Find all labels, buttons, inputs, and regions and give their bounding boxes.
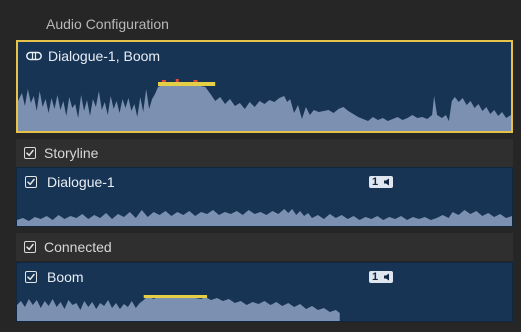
connected-clip-header: Boom (25, 269, 84, 285)
dialogue-1-waveform (17, 200, 512, 226)
boom-waveform (17, 291, 512, 321)
dialogue-1-checkbox[interactable] (25, 176, 37, 188)
boom-checkbox[interactable] (25, 271, 37, 283)
boom-label: Boom (47, 269, 84, 285)
combined-audio-clip[interactable]: Dialogue-1, Boom (16, 40, 513, 133)
channel-number: 1 (369, 176, 382, 188)
storyline-label: Storyline (44, 145, 99, 161)
combined-clip-waveform (18, 71, 511, 131)
connected-checkbox[interactable] (24, 241, 36, 253)
speaker-icon (381, 176, 394, 188)
storyline-clip-dialogue-1[interactable]: Dialogue-1 1 (16, 167, 513, 227)
checkmark-icon (27, 178, 35, 186)
combined-clip-header: Dialogue-1, Boom (26, 48, 160, 64)
connected-label: Connected (44, 239, 112, 255)
checkmark-icon (27, 273, 35, 281)
linked-clip-icon (26, 51, 42, 61)
channel-number: 1 (369, 271, 382, 283)
checkmark-icon (26, 243, 34, 251)
storyline-clip-header: Dialogue-1 (25, 174, 115, 190)
speaker-icon (381, 271, 394, 283)
boom-channel-badge[interactable]: 1 (369, 271, 394, 283)
dialogue-1-label: Dialogue-1 (47, 174, 115, 190)
connected-section-row: Connected (16, 233, 513, 261)
connected-clip-boom[interactable]: Boom 1 (16, 262, 513, 322)
storyline-section-row: Storyline (16, 139, 513, 167)
dialogue-1-channel-badge[interactable]: 1 (369, 176, 394, 188)
checkmark-icon (26, 149, 34, 157)
audio-configuration-title: Audio Configuration (46, 16, 169, 32)
storyline-checkbox[interactable] (24, 147, 36, 159)
combined-clip-label: Dialogue-1, Boom (48, 48, 161, 64)
